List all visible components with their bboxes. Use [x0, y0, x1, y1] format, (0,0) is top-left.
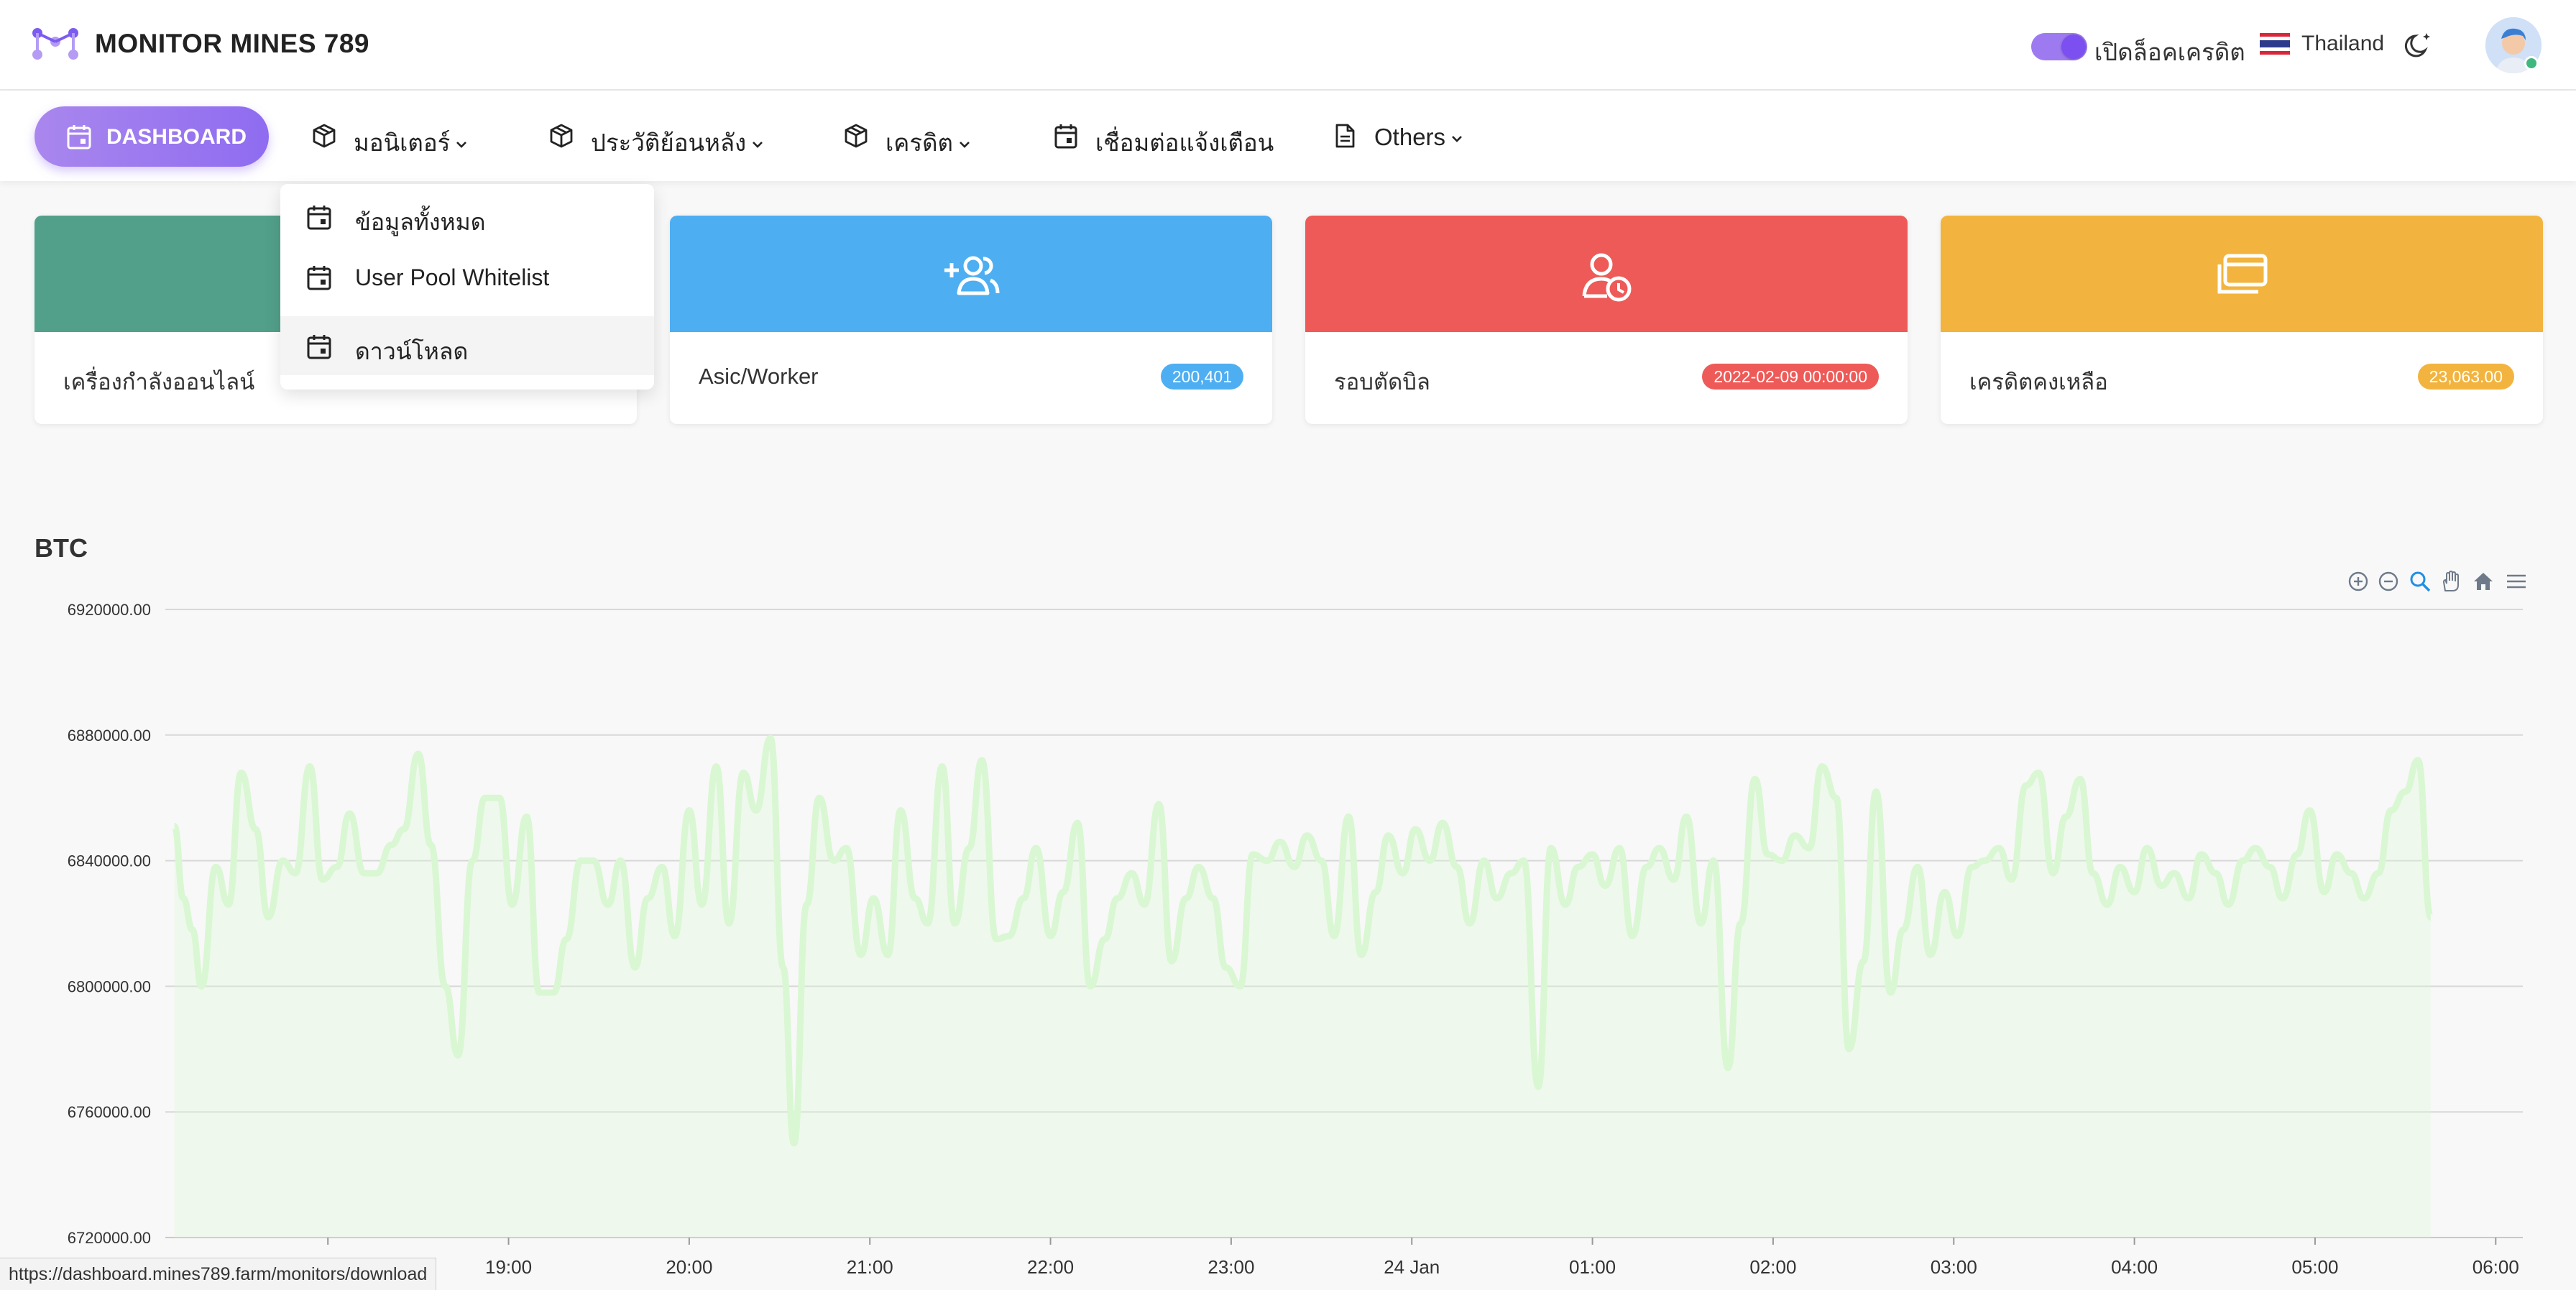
calendar-icon: [307, 206, 331, 230]
x-tick-label: 01:00: [1569, 1256, 1616, 1278]
dropdown-item-download[interactable]: ดาวน์โหลด: [280, 316, 654, 375]
dropdown-item-label: ดาวน์โหลด: [355, 338, 469, 364]
toggle-knob: [2061, 34, 2086, 59]
box-icon: [550, 124, 573, 148]
card-credit-remaining[interactable]: เครดิตคงเหลือ 23,063.00: [1941, 216, 2543, 424]
add-users-icon: [944, 256, 1000, 295]
x-tick-label: 19:00: [485, 1256, 532, 1278]
card-badge: 23,063.00: [2417, 364, 2514, 390]
status-link-preview: https://dashboard.mines789.farm/monitors…: [0, 1258, 437, 1290]
user-clock-icon: [1582, 253, 1632, 302]
nav-item-monitor-label: มอนิเตอร์: [354, 129, 451, 156]
series-area: [174, 738, 2431, 1238]
monitor-dropdown-menu: ข้อมูลทั้งหมด User Pool Whitelist ดาวน์โ…: [280, 184, 654, 390]
card-header: [1305, 216, 1908, 332]
nav-item-notifications[interactable]: เชื่อมต่อแจ้งเตือน: [1052, 121, 1274, 156]
x-tick-label: 24 Jan: [1384, 1256, 1440, 1278]
x-tick-label: 03:00: [1931, 1256, 1977, 1278]
nav-dashboard-button[interactable]: DASHBOARD: [34, 106, 269, 167]
card-title: Asic/Worker: [699, 364, 819, 389]
nav-item-others-label: Others: [1374, 124, 1446, 150]
credit-lock-toggle[interactable]: [2031, 33, 2087, 60]
chevron-down-icon: [753, 142, 763, 149]
language-selector[interactable]: Thailand: [2301, 32, 2384, 56]
nav-dashboard-label: DASHBOARD: [106, 125, 247, 149]
card-header: [670, 216, 1272, 332]
btc-area-chart[interactable]: 6920000.00 6880000.00 6840000.00 6800000.00…: [0, 589, 2576, 1290]
card-header: [1941, 216, 2543, 332]
y-axis-ticks: 6920000.00 6880000.00 6840000.00 6800000.00…: [68, 601, 151, 1247]
x-tick-label: 22:00: [1027, 1256, 1074, 1278]
y-tick-label: 6840000.00: [68, 852, 151, 870]
box-icon: [845, 124, 868, 148]
calendar-icon: [307, 335, 331, 359]
y-tick-label: 6920000.00: [68, 601, 151, 619]
nav-item-credit-label: เครดิต: [886, 129, 953, 156]
calendar-icon: [1054, 124, 1077, 149]
x-tick-label: 04:00: [2111, 1256, 2158, 1278]
nav-item-monitor[interactable]: มอนิเตอร์: [310, 121, 483, 156]
nav-item-credit[interactable]: เครดิต: [842, 121, 986, 156]
calendar-icon: [307, 266, 331, 290]
card-title: รอบตัดบิล: [1334, 369, 1430, 395]
wallet-icon: [2217, 254, 2268, 294]
dropdown-item-label: ข้อมูลทั้งหมด: [355, 209, 486, 235]
x-tick-label: 06:00: [2472, 1256, 2519, 1278]
box-icon: [313, 124, 336, 148]
dark-mode-icon[interactable]: [2404, 29, 2435, 60]
y-tick-label: 6880000.00: [68, 727, 151, 745]
dropdown-item-label: User Pool Whitelist: [355, 264, 550, 290]
x-tick-label: 05:00: [2291, 1256, 2338, 1278]
x-tick-label: 21:00: [847, 1256, 893, 1278]
calendar-icon: [67, 125, 91, 149]
top-header: MONITOR MINES 789 เปิดล็อคเครดิต Thailan…: [0, 0, 2576, 91]
y-tick-label: 6760000.00: [68, 1103, 151, 1121]
series-area-fill: [174, 738, 2431, 1238]
mines-logo-icon[interactable]: [32, 26, 79, 62]
x-axis-ticks: 19:00 20:00 21:00 22:00 23:00 24 Jan 01:00 02:0…: [327, 1238, 2519, 1278]
chevron-down-icon: [1452, 136, 1462, 143]
chevron-down-icon: [960, 142, 970, 149]
chevron-down-icon: [456, 142, 467, 149]
card-billing-cycle[interactable]: รอบตัดบิล 2022-02-09 00:00:00: [1305, 216, 1908, 424]
x-tick-label: 23:00: [1208, 1256, 1254, 1278]
nav-item-notifications-label: เชื่อมต่อแจ้งเตือน: [1095, 129, 1274, 156]
nav-item-history[interactable]: ประวัติย้อนหลัง: [548, 121, 770, 156]
card-badge: 2022-02-09 00:00:00: [1702, 364, 1879, 390]
x-tick-label: 02:00: [1749, 1256, 1796, 1278]
credit-lock-label[interactable]: เปิดล็อคเครดิต: [2094, 33, 2245, 71]
y-tick-label: 6800000.00: [68, 977, 151, 995]
dropdown-item-all-data[interactable]: ข้อมูลทั้งหมด: [280, 187, 654, 246]
card-badge: 200,401: [1160, 364, 1243, 390]
card-asic-worker[interactable]: Asic/Worker 200,401: [670, 216, 1272, 424]
nav-item-others[interactable]: Others: [1331, 121, 1475, 152]
x-tick-label: 20:00: [666, 1256, 712, 1278]
y-tick-label: 6720000.00: [68, 1229, 151, 1247]
card-title: เครดิตคงเหลือ: [1969, 369, 2108, 395]
main-nav: DASHBOARD มอนิเตอร์ ประวัติย้อนหลัง เครด…: [0, 91, 2576, 181]
brand-title[interactable]: MONITOR MINES 789: [95, 29, 369, 59]
thailand-flag-icon[interactable]: [2260, 33, 2290, 55]
nav-item-history-label: ประวัติย้อนหลัง: [591, 129, 747, 156]
online-status-dot: [2524, 56, 2539, 70]
chart-title: BTC: [34, 533, 88, 563]
document-icon: [1335, 124, 1355, 148]
dropdown-item-user-pool-whitelist[interactable]: User Pool Whitelist: [280, 247, 654, 306]
card-title: เครื่องกำลังออนไลน์: [63, 369, 255, 395]
